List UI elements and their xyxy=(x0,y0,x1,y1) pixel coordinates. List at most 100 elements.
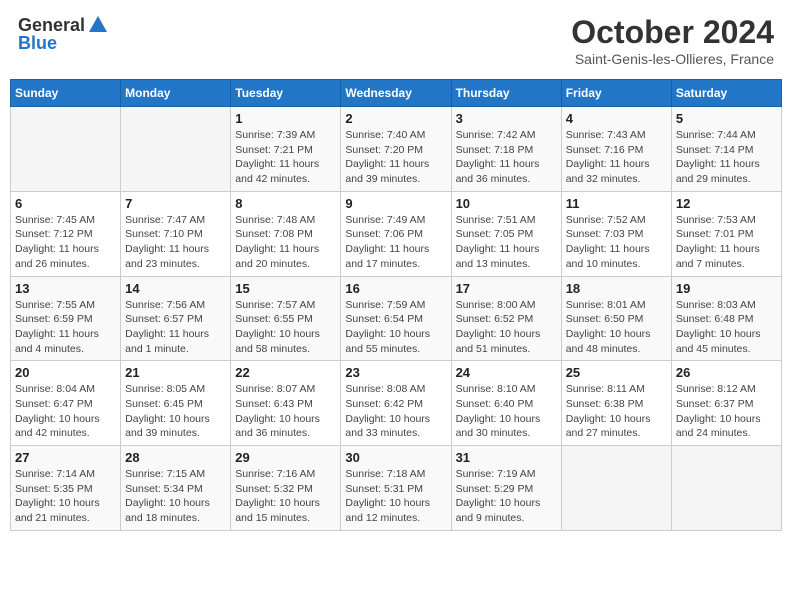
day-number: 26 xyxy=(676,365,777,380)
day-info: Sunrise: 7:19 AM Sunset: 5:29 PM Dayligh… xyxy=(456,467,557,526)
day-number: 19 xyxy=(676,281,777,296)
calendar-cell: 30 Sunrise: 7:18 AM Sunset: 5:31 PM Dayli… xyxy=(341,446,451,531)
day-info: Sunrise: 7:53 AM Sunset: 7:01 PM Dayligh… xyxy=(676,213,777,272)
calendar-cell: 8 Sunrise: 7:48 AM Sunset: 7:08 PM Daylig… xyxy=(231,191,341,276)
day-number: 13 xyxy=(15,281,116,296)
calendar-cell xyxy=(561,446,671,531)
day-info: Sunrise: 7:43 AM Sunset: 7:16 PM Dayligh… xyxy=(566,128,667,187)
day-header-saturday: Saturday xyxy=(671,80,781,107)
day-number: 15 xyxy=(235,281,336,296)
day-number: 5 xyxy=(676,111,777,126)
day-info: Sunrise: 7:52 AM Sunset: 7:03 PM Dayligh… xyxy=(566,213,667,272)
calendar-cell: 4 Sunrise: 7:43 AM Sunset: 7:16 PM Daylig… xyxy=(561,107,671,192)
day-number: 4 xyxy=(566,111,667,126)
day-number: 29 xyxy=(235,450,336,465)
day-info: Sunrise: 8:05 AM Sunset: 6:45 PM Dayligh… xyxy=(125,382,226,441)
day-number: 1 xyxy=(235,111,336,126)
calendar-cell: 27 Sunrise: 7:14 AM Sunset: 5:35 PM Dayli… xyxy=(11,446,121,531)
calendar-cell: 26 Sunrise: 8:12 AM Sunset: 6:37 PM Dayli… xyxy=(671,361,781,446)
calendar-week-row: 13 Sunrise: 7:55 AM Sunset: 6:59 PM Dayli… xyxy=(11,276,782,361)
day-number: 27 xyxy=(15,450,116,465)
day-number: 2 xyxy=(345,111,446,126)
calendar-cell: 14Sunrise: 7:56 AM Sunset: 6:57 PM Dayli… xyxy=(121,276,231,361)
day-info: Sunrise: 7:40 AM Sunset: 7:20 PM Dayligh… xyxy=(345,128,446,187)
calendar-cell: 13 Sunrise: 7:55 AM Sunset: 6:59 PM Dayli… xyxy=(11,276,121,361)
day-info: Sunrise: 7:48 AM Sunset: 7:08 PM Dayligh… xyxy=(235,213,336,272)
day-info: Sunrise: 8:12 AM Sunset: 6:37 PM Dayligh… xyxy=(676,382,777,441)
day-number: 22 xyxy=(235,365,336,380)
page-header: General Blue October 2024 Saint-Genis-le… xyxy=(10,10,782,71)
calendar-cell: 18 Sunrise: 8:01 AM Sunset: 6:50 PM Dayli… xyxy=(561,276,671,361)
day-header-sunday: Sunday xyxy=(11,80,121,107)
calendar-cell: 3Sunrise: 7:42 AM Sunset: 7:18 PM Daylig… xyxy=(451,107,561,192)
day-number: 20 xyxy=(15,365,116,380)
location-subtitle: Saint-Genis-les-Ollieres, France xyxy=(571,51,774,67)
calendar-cell: 15 Sunrise: 7:57 AM Sunset: 6:55 PM Dayli… xyxy=(231,276,341,361)
calendar-week-row: 20 Sunrise: 8:04 AM Sunset: 6:47 PM Dayli… xyxy=(11,361,782,446)
day-header-monday: Monday xyxy=(121,80,231,107)
day-info: Sunrise: 8:07 AM Sunset: 6:43 PM Dayligh… xyxy=(235,382,336,441)
day-info: Sunrise: 7:18 AM Sunset: 5:31 PM Dayligh… xyxy=(345,467,446,526)
day-info: Sunrise: 7:45 AM Sunset: 7:12 PM Dayligh… xyxy=(15,213,116,272)
day-number: 9 xyxy=(345,196,446,211)
day-number: 24 xyxy=(456,365,557,380)
calendar-cell: 7 Sunrise: 7:47 AM Sunset: 7:10 PM Daylig… xyxy=(121,191,231,276)
day-number: 28 xyxy=(125,450,226,465)
day-info: Sunrise: 7:42 AM Sunset: 7:18 PM Dayligh… xyxy=(456,128,557,187)
day-info: Sunrise: 7:51 AM Sunset: 7:05 PM Dayligh… xyxy=(456,213,557,272)
calendar-cell: 22 Sunrise: 8:07 AM Sunset: 6:43 PM Dayli… xyxy=(231,361,341,446)
calendar-cell: 5Sunrise: 7:44 AM Sunset: 7:14 PM Daylig… xyxy=(671,107,781,192)
logo: General Blue xyxy=(18,14,109,52)
day-number: 7 xyxy=(125,196,226,211)
day-info: Sunrise: 7:16 AM Sunset: 5:32 PM Dayligh… xyxy=(235,467,336,526)
day-number: 31 xyxy=(456,450,557,465)
day-number: 17 xyxy=(456,281,557,296)
calendar-cell: 17Sunrise: 8:00 AM Sunset: 6:52 PM Dayli… xyxy=(451,276,561,361)
calendar-cell: 6Sunrise: 7:45 AM Sunset: 7:12 PM Daylig… xyxy=(11,191,121,276)
calendar-header-row: SundayMondayTuesdayWednesdayThursdayFrid… xyxy=(11,80,782,107)
calendar-table: SundayMondayTuesdayWednesdayThursdayFrid… xyxy=(10,79,782,531)
calendar-cell: 16Sunrise: 7:59 AM Sunset: 6:54 PM Dayli… xyxy=(341,276,451,361)
day-info: Sunrise: 8:10 AM Sunset: 6:40 PM Dayligh… xyxy=(456,382,557,441)
day-number: 8 xyxy=(235,196,336,211)
day-number: 30 xyxy=(345,450,446,465)
calendar-cell xyxy=(671,446,781,531)
calendar-cell: 12 Sunrise: 7:53 AM Sunset: 7:01 PM Dayli… xyxy=(671,191,781,276)
day-number: 25 xyxy=(566,365,667,380)
day-info: Sunrise: 8:08 AM Sunset: 6:42 PM Dayligh… xyxy=(345,382,446,441)
day-info: Sunrise: 7:47 AM Sunset: 7:10 PM Dayligh… xyxy=(125,213,226,272)
day-info: Sunrise: 8:03 AM Sunset: 6:48 PM Dayligh… xyxy=(676,298,777,357)
calendar-cell: 9 Sunrise: 7:49 AM Sunset: 7:06 PM Daylig… xyxy=(341,191,451,276)
calendar-week-row: 6Sunrise: 7:45 AM Sunset: 7:12 PM Daylig… xyxy=(11,191,782,276)
calendar-cell: 23 Sunrise: 8:08 AM Sunset: 6:42 PM Dayli… xyxy=(341,361,451,446)
day-header-friday: Friday xyxy=(561,80,671,107)
day-info: Sunrise: 7:57 AM Sunset: 6:55 PM Dayligh… xyxy=(235,298,336,357)
day-info: Sunrise: 7:14 AM Sunset: 5:35 PM Dayligh… xyxy=(15,467,116,526)
day-info: Sunrise: 8:04 AM Sunset: 6:47 PM Dayligh… xyxy=(15,382,116,441)
day-number: 18 xyxy=(566,281,667,296)
calendar-cell: 28 Sunrise: 7:15 AM Sunset: 5:34 PM Dayli… xyxy=(121,446,231,531)
logo-blue-text: Blue xyxy=(18,34,109,52)
calendar-cell: 19 Sunrise: 8:03 AM Sunset: 6:48 PM Dayli… xyxy=(671,276,781,361)
day-number: 23 xyxy=(345,365,446,380)
calendar-cell: 10Sunrise: 7:51 AM Sunset: 7:05 PM Dayli… xyxy=(451,191,561,276)
day-info: Sunrise: 7:39 AM Sunset: 7:21 PM Dayligh… xyxy=(235,128,336,187)
day-header-tuesday: Tuesday xyxy=(231,80,341,107)
day-number: 12 xyxy=(676,196,777,211)
day-info: Sunrise: 7:59 AM Sunset: 6:54 PM Dayligh… xyxy=(345,298,446,357)
calendar-cell: 29 Sunrise: 7:16 AM Sunset: 5:32 PM Dayli… xyxy=(231,446,341,531)
day-info: Sunrise: 7:55 AM Sunset: 6:59 PM Dayligh… xyxy=(15,298,116,357)
day-header-wednesday: Wednesday xyxy=(341,80,451,107)
logo-general-text: General xyxy=(18,16,85,34)
day-number: 14 xyxy=(125,281,226,296)
calendar-cell xyxy=(11,107,121,192)
day-header-thursday: Thursday xyxy=(451,80,561,107)
day-info: Sunrise: 8:01 AM Sunset: 6:50 PM Dayligh… xyxy=(566,298,667,357)
calendar-cell: 20 Sunrise: 8:04 AM Sunset: 6:47 PM Dayli… xyxy=(11,361,121,446)
calendar-cell: 31 Sunrise: 7:19 AM Sunset: 5:29 PM Dayli… xyxy=(451,446,561,531)
day-info: Sunrise: 8:11 AM Sunset: 6:38 PM Dayligh… xyxy=(566,382,667,441)
day-info: Sunrise: 7:15 AM Sunset: 5:34 PM Dayligh… xyxy=(125,467,226,526)
day-info: Sunrise: 7:49 AM Sunset: 7:06 PM Dayligh… xyxy=(345,213,446,272)
day-number: 11 xyxy=(566,196,667,211)
calendar-cell xyxy=(121,107,231,192)
